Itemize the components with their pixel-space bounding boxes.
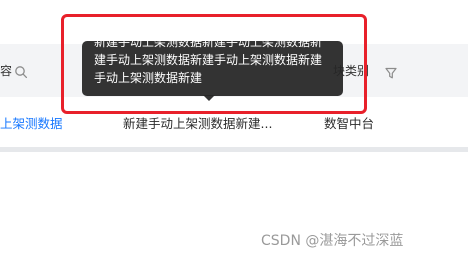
search-icon[interactable]	[14, 64, 28, 79]
csdn-watermark: CSDN @湛海不过深蓝	[261, 233, 404, 249]
record-name-truncated: 新建手动上架测数据新建...	[123, 116, 273, 131]
filter-icon[interactable]	[384, 65, 398, 79]
red-highlight-annotation	[61, 14, 367, 114]
record-module: 数智中台	[324, 116, 375, 131]
table-row-divider	[0, 147, 468, 152]
record-link[interactable]: 上架测数据	[0, 117, 63, 131]
column-header-partial: 容	[0, 64, 13, 78]
